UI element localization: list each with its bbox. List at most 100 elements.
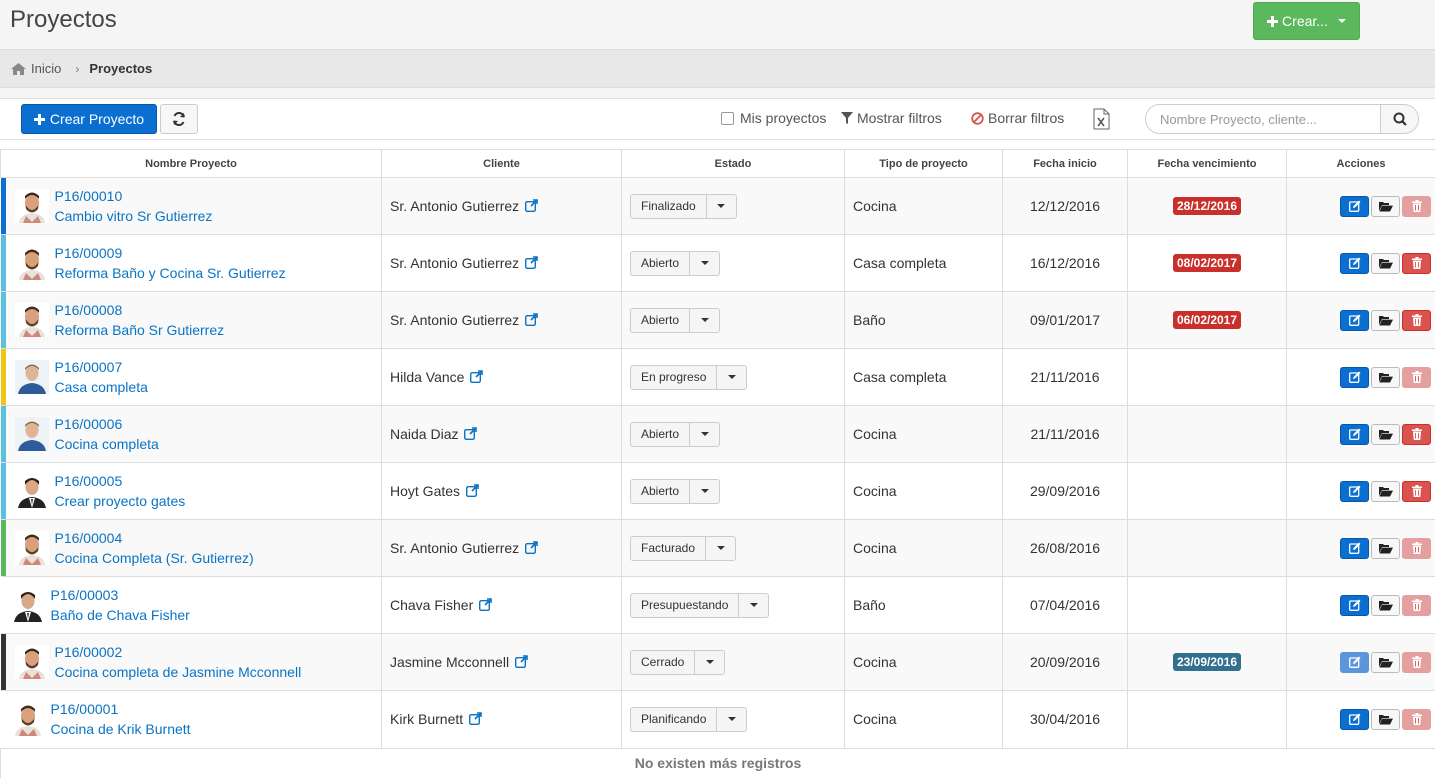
- state-dropdown[interactable]: Abierto: [630, 478, 721, 504]
- state-dropdown[interactable]: Planificando: [630, 706, 748, 732]
- column-header-due-date[interactable]: Fecha vencimiento: [1127, 149, 1287, 178]
- state-dropdown-toggle[interactable]: [707, 195, 736, 218]
- open-folder-button[interactable]: [1371, 651, 1400, 673]
- my-projects-checkbox[interactable]: Mis proyectos: [721, 110, 826, 126]
- project-name-link[interactable]: Baño de Chava Fisher: [51, 605, 190, 625]
- project-code-link[interactable]: P16/00007: [55, 357, 148, 377]
- state-dropdown-toggle[interactable]: [739, 594, 768, 617]
- delete-button[interactable]: [1402, 252, 1431, 274]
- clear-filters-link[interactable]: Borrar filtros: [971, 110, 1064, 126]
- project-name-link[interactable]: Cocina Completa (Sr. Gutierrez): [55, 548, 254, 568]
- project-name-link[interactable]: Cocina de Krik Burnett: [51, 719, 191, 739]
- column-header-name[interactable]: Nombre Proyecto: [0, 149, 382, 178]
- state-dropdown[interactable]: Abierto: [630, 421, 721, 447]
- breadcrumb-home-link[interactable]: Inicio: [31, 61, 61, 76]
- external-link-icon[interactable]: [525, 541, 538, 554]
- project-code-link[interactable]: P16/00010: [55, 186, 213, 206]
- open-folder-button[interactable]: [1371, 423, 1400, 445]
- edit-button[interactable]: [1340, 195, 1369, 217]
- column-header-type[interactable]: Tipo de proyecto: [844, 149, 1003, 178]
- external-link-icon[interactable]: [464, 427, 478, 440]
- delete-button[interactable]: [1402, 537, 1431, 559]
- delete-button[interactable]: [1402, 651, 1431, 673]
- project-code-link[interactable]: P16/00005: [55, 471, 186, 491]
- external-link-icon[interactable]: [515, 655, 528, 668]
- state-dropdown[interactable]: En progreso: [630, 364, 748, 390]
- state-dropdown[interactable]: Presupuestando: [630, 592, 770, 618]
- search-button[interactable]: [1380, 105, 1418, 133]
- delete-button[interactable]: [1402, 708, 1431, 730]
- create-project-button[interactable]: Crear Proyecto: [21, 104, 157, 134]
- search-input[interactable]: [1146, 105, 1380, 133]
- project-code-link[interactable]: P16/00001: [51, 699, 191, 719]
- project-code-link[interactable]: P16/00008: [55, 300, 225, 320]
- project-name-link[interactable]: Reforma Baño y Cocina Sr. Gutierrez: [55, 263, 286, 283]
- column-header-state[interactable]: Estado: [621, 149, 845, 178]
- state-dropdown[interactable]: Abierto: [630, 250, 721, 276]
- state-dropdown-toggle[interactable]: [690, 423, 719, 446]
- open-folder-button[interactable]: [1371, 594, 1400, 616]
- project-name-link[interactable]: Cocina completa de Jasmine Mcconnell: [55, 662, 302, 682]
- project-name-link[interactable]: Reforma Baño Sr Gutierrez: [55, 320, 225, 340]
- state-label[interactable]: Presupuestando: [631, 593, 740, 617]
- state-dropdown-toggle[interactable]: [717, 708, 746, 731]
- project-code-link[interactable]: P16/00004: [55, 528, 254, 548]
- delete-button[interactable]: [1402, 309, 1431, 331]
- external-link-icon[interactable]: [479, 598, 493, 611]
- edit-button[interactable]: [1340, 594, 1369, 616]
- delete-button[interactable]: [1402, 480, 1431, 502]
- external-link-icon[interactable]: [525, 313, 538, 326]
- state-dropdown-toggle[interactable]: [690, 480, 719, 503]
- state-dropdown-toggle[interactable]: [695, 651, 724, 674]
- edit-button[interactable]: [1340, 423, 1369, 445]
- state-dropdown[interactable]: Facturado: [630, 535, 737, 561]
- column-header-client[interactable]: Cliente: [381, 149, 622, 178]
- delete-button[interactable]: [1402, 594, 1431, 616]
- project-code-link[interactable]: P16/00003: [51, 585, 190, 605]
- edit-button[interactable]: [1340, 537, 1369, 559]
- excel-export-button[interactable]: [1093, 108, 1110, 130]
- state-label[interactable]: Abierto: [631, 422, 691, 446]
- open-folder-button[interactable]: [1371, 537, 1400, 559]
- project-name-link[interactable]: Crear proyecto gates: [55, 491, 186, 511]
- open-folder-button[interactable]: [1371, 708, 1400, 730]
- state-label[interactable]: Planificando: [631, 707, 718, 731]
- state-dropdown-toggle[interactable]: [717, 366, 746, 389]
- edit-button[interactable]: [1340, 309, 1369, 331]
- edit-button[interactable]: [1340, 651, 1369, 673]
- state-label[interactable]: Abierto: [631, 479, 691, 503]
- state-label[interactable]: Facturado: [631, 536, 707, 560]
- edit-button[interactable]: [1340, 708, 1369, 730]
- state-dropdown-toggle[interactable]: [690, 252, 719, 275]
- column-header-start-date[interactable]: Fecha inicio: [1002, 149, 1128, 178]
- state-dropdown[interactable]: Abierto: [630, 307, 721, 333]
- edit-button[interactable]: [1340, 480, 1369, 502]
- edit-button[interactable]: [1340, 366, 1369, 388]
- state-label[interactable]: En progreso: [631, 365, 718, 389]
- refresh-button[interactable]: [160, 104, 198, 134]
- open-folder-button[interactable]: [1371, 366, 1400, 388]
- state-dropdown-toggle[interactable]: [690, 309, 719, 332]
- project-name-link[interactable]: Casa completa: [55, 377, 148, 397]
- project-name-link[interactable]: Cambio vitro Sr Gutierrez: [55, 206, 213, 226]
- project-name-link[interactable]: Cocina completa: [55, 434, 159, 454]
- external-link-icon[interactable]: [525, 256, 538, 269]
- open-folder-button[interactable]: [1371, 480, 1400, 502]
- state-label[interactable]: Finalizado: [631, 194, 707, 218]
- external-link-icon[interactable]: [469, 712, 482, 726]
- state-label[interactable]: Abierto: [631, 251, 691, 275]
- show-filters-link[interactable]: Mostrar filtros: [841, 110, 942, 126]
- open-folder-button[interactable]: [1371, 309, 1400, 331]
- external-link-icon[interactable]: [470, 370, 484, 383]
- external-link-icon[interactable]: [466, 484, 479, 497]
- project-code-link[interactable]: P16/00009: [55, 243, 286, 263]
- state-dropdown[interactable]: Finalizado: [630, 193, 737, 219]
- open-folder-button[interactable]: [1371, 195, 1400, 217]
- external-link-icon[interactable]: [525, 199, 538, 212]
- edit-button[interactable]: [1340, 252, 1369, 274]
- delete-button[interactable]: [1402, 423, 1431, 445]
- state-label[interactable]: Cerrado: [631, 650, 696, 674]
- state-dropdown-toggle[interactable]: [706, 537, 735, 560]
- project-code-link[interactable]: P16/00002: [55, 642, 302, 662]
- create-menu-button[interactable]: Crear...: [1253, 2, 1360, 40]
